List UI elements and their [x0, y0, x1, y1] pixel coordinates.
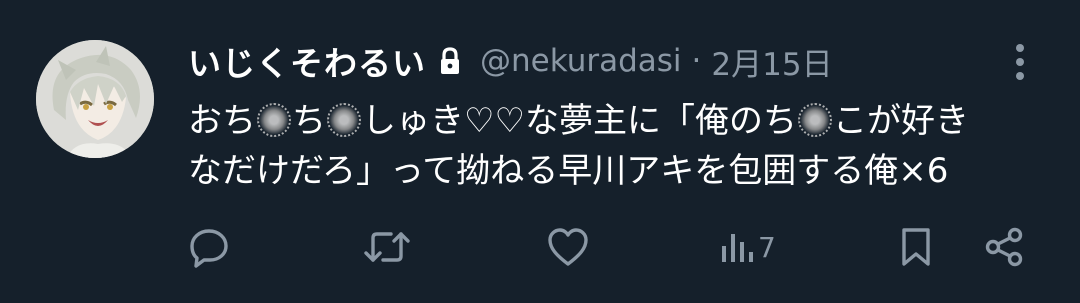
text-segment: なだけだろ」って拗ねる早川アキを包囲する俺×6	[188, 151, 949, 191]
text-segment: おち	[188, 101, 256, 141]
text-segment: こが好き	[832, 101, 969, 141]
like-button[interactable]	[546, 222, 590, 272]
views-count: 7	[758, 230, 776, 264]
retweet-icon	[364, 232, 410, 262]
censor-mosaic	[327, 103, 361, 137]
handle[interactable]: @nekuradasi	[480, 43, 682, 79]
tweet-header: いじくそわるい @nekuradasi · 2月15日	[188, 38, 833, 84]
share-button[interactable]	[983, 222, 1025, 272]
avatar[interactable]	[36, 40, 154, 158]
display-name[interactable]: いじくそわるい	[188, 37, 426, 85]
tweet-text: おちちしゅき♡♡な夢主に「俺のち こが好きなだけだろ」って拗ねる早川アキを包囲する…	[188, 96, 1048, 196]
timestamp[interactable]: 2月15日	[711, 39, 832, 84]
views-chart-icon	[722, 234, 753, 262]
views-button[interactable]: 7	[718, 222, 776, 272]
text-segment: しゅき♡♡な夢主に「俺のち	[362, 101, 797, 141]
bookmark-button[interactable]	[898, 222, 934, 272]
separator-dot: ·	[691, 43, 702, 79]
text-segment: ち	[292, 101, 326, 141]
share-icon	[985, 227, 1023, 267]
more-options-button[interactable]	[1004, 40, 1036, 84]
reply-icon	[190, 229, 228, 268]
avatar-illustration	[36, 40, 154, 158]
reply-button[interactable]	[188, 222, 230, 272]
bookmark-icon	[902, 228, 930, 266]
censor-mosaic	[797, 103, 832, 137]
tweet-card[interactable]: いじくそわるい @nekuradasi · 2月15日 おちちしゅき♡♡な夢主に…	[0, 0, 1080, 303]
action-bar: 7	[188, 222, 1038, 272]
more-vertical-icon	[1016, 44, 1024, 80]
lock-icon	[438, 46, 462, 76]
censor-mosaic	[257, 103, 291, 137]
heart-icon	[548, 228, 588, 266]
retweet-button[interactable]	[363, 222, 411, 272]
